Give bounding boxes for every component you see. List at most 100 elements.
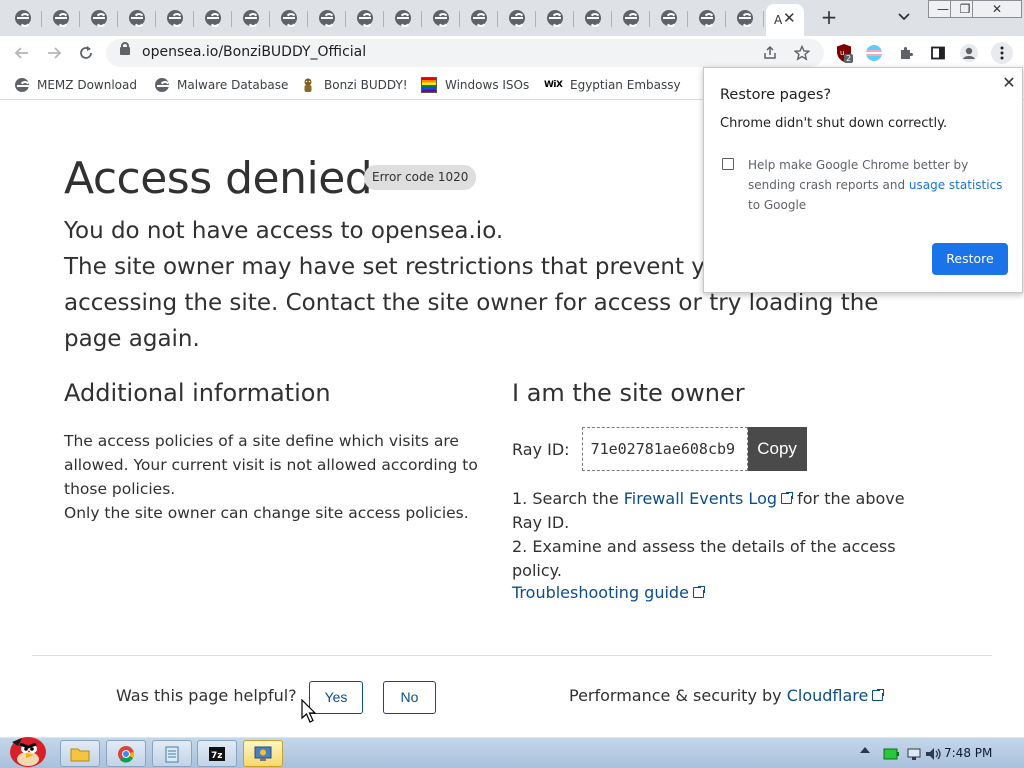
step-1-prefix: 1. Search the	[512, 489, 624, 508]
taskbar-explorer-button[interactable]	[60, 740, 100, 767]
troubleshooting-guide-link[interactable]: Troubleshooting guide	[512, 583, 706, 602]
browser-tab[interactable]	[194, 4, 232, 32]
taskbar-chrome-button[interactable]	[106, 740, 146, 767]
lock-icon[interactable]	[120, 42, 130, 55]
bookmark-label: MEMZ Download	[37, 78, 137, 92]
angry-bird-start-icon[interactable]	[4, 728, 50, 768]
dialog-close-icon[interactable]: ✕	[1000, 74, 1018, 92]
active-tab[interactable]: A ✕	[766, 4, 804, 36]
usage-statistics-link[interactable]: usage statistics	[909, 178, 1003, 192]
performance-security-credit: Performance & security by Cloudflare	[569, 686, 886, 705]
browser-tab[interactable]	[536, 4, 574, 32]
browser-tab[interactable]	[574, 4, 612, 32]
reload-button[interactable]	[74, 41, 98, 65]
globe-icon	[155, 78, 171, 95]
cloudflare-link[interactable]: Cloudflare	[787, 686, 886, 705]
error-code-badge: Error code 1020	[364, 165, 477, 190]
taskbar-7zip-button[interactable]: 7z	[197, 740, 237, 767]
troubleshooting-guide-text: Troubleshooting guide	[512, 583, 689, 602]
browser-tab[interactable]	[612, 4, 650, 32]
close-tab-icon[interactable]: ✕	[783, 7, 796, 29]
browser-tab[interactable]	[232, 4, 270, 32]
feedback-no-button[interactable]: No	[383, 681, 436, 714]
ray-id-row: Ray ID: 71e02781ae608cb9 Copy	[512, 427, 807, 471]
close-window-button[interactable]: ✕	[972, 0, 1022, 18]
browser-tab[interactable]	[688, 4, 726, 32]
back-button[interactable]	[10, 41, 34, 65]
browser-tab[interactable]	[650, 4, 688, 32]
browser-tab[interactable]	[4, 4, 42, 32]
restore-button[interactable]: Restore	[932, 243, 1008, 275]
step-1: 1. Search the Firewall Events Log for th…	[512, 487, 932, 535]
globe-icon	[281, 10, 297, 27]
network-icon[interactable]	[906, 747, 922, 761]
dialog-message: Chrome didn't shut down correctly.	[720, 116, 948, 131]
globe-icon	[699, 10, 715, 27]
bookmark-bonzi-buddy[interactable]: Bonzi BUDDY!	[300, 76, 408, 94]
owner-only-text: Only the site owner can change site acce…	[64, 504, 469, 522]
step-2: 2. Examine and assess the details of the…	[512, 537, 896, 580]
show-hidden-icons-icon[interactable]	[860, 747, 870, 753]
volume-icon[interactable]	[924, 746, 942, 762]
bookmark-memz[interactable]: MEMZ Download	[15, 76, 137, 95]
profile-button[interactable]	[959, 43, 979, 63]
globe-icon	[91, 10, 107, 27]
taskbar: 7z 7:48 PM	[0, 737, 1024, 768]
browser-tab[interactable]	[80, 4, 118, 32]
external-link-icon	[872, 688, 886, 701]
browser-tab[interactable]	[346, 4, 384, 32]
bookmark-star-icon[interactable]	[794, 45, 810, 61]
globe-icon	[661, 10, 677, 27]
browser-tab[interactable]	[384, 4, 422, 32]
taskbar-clock[interactable]: 7:48 PM	[944, 746, 992, 760]
tab-strip: A ✕ + — ❐ ✕	[0, 0, 1024, 36]
browser-tab[interactable]	[422, 4, 460, 32]
chrome-icon	[118, 745, 135, 762]
browser-tab[interactable]	[308, 4, 346, 32]
tab-search-chevron-icon[interactable]	[895, 8, 913, 26]
globe-icon	[15, 10, 31, 27]
globe-icon	[509, 10, 525, 27]
credit-prefix: Performance & security by	[569, 686, 787, 705]
chrome-menu-button[interactable]	[991, 42, 1013, 64]
active-tab-title: A	[774, 13, 783, 27]
side-panel-icon	[931, 46, 945, 60]
firewall-events-log-text: Firewall Events Log	[623, 489, 778, 508]
bonzi-icon	[304, 78, 312, 92]
firewall-events-log-link[interactable]: Firewall Events Log	[623, 489, 795, 508]
new-tab-button[interactable]: +	[817, 5, 841, 29]
notepad-icon	[165, 746, 179, 762]
share-icon[interactable]	[762, 45, 778, 61]
browser-tab[interactable]	[498, 4, 536, 32]
browser-tab[interactable]	[726, 4, 764, 32]
address-bar[interactable]: opensea.io/BonziBUDDY_Official	[106, 39, 824, 67]
globe-icon	[53, 10, 69, 27]
browser-tab[interactable]	[118, 4, 156, 32]
globe-icon	[319, 10, 335, 27]
crash-report-checkbox[interactable]	[722, 158, 734, 170]
globe-icon	[547, 10, 563, 27]
copy-ray-id-button[interactable]: Copy	[747, 427, 807, 471]
globe-icon	[167, 10, 183, 27]
screen: A ✕ + — ❐ ✕ opensea.io/BonziBUDDY_Offici…	[0, 0, 1024, 768]
ray-id-value[interactable]: 71e02781ae608cb9	[581, 427, 748, 471]
bookmark-windows-isos[interactable]: Windows ISOs	[421, 76, 529, 94]
url-text: opensea.io/BonziBUDDY_Official	[142, 44, 367, 60]
bookmark-egyptian-embassy[interactable]: WiX Egyptian Embassy	[544, 76, 681, 94]
browser-tab[interactable]	[460, 4, 498, 32]
flag-extension-icon[interactable]	[864, 43, 884, 63]
taskbar-bonzi-button[interactable]	[243, 740, 283, 767]
forward-button[interactable]	[42, 41, 66, 65]
browser-tab[interactable]	[156, 4, 194, 32]
browser-tab[interactable]	[42, 4, 80, 32]
extensions-button[interactable]	[896, 43, 916, 63]
globe-icon	[471, 10, 487, 27]
dialog-title: Restore pages?	[720, 87, 832, 103]
extension-badge: 2	[844, 54, 854, 63]
battery-icon[interactable]	[883, 747, 899, 761]
taskbar-notepad-button[interactable]	[152, 740, 192, 767]
ublock-extension-icon[interactable]: u 2	[834, 43, 854, 63]
bookmark-malware-database[interactable]: Malware Database	[155, 76, 288, 95]
side-panel-button[interactable]	[928, 43, 948, 63]
browser-tab[interactable]	[270, 4, 308, 32]
